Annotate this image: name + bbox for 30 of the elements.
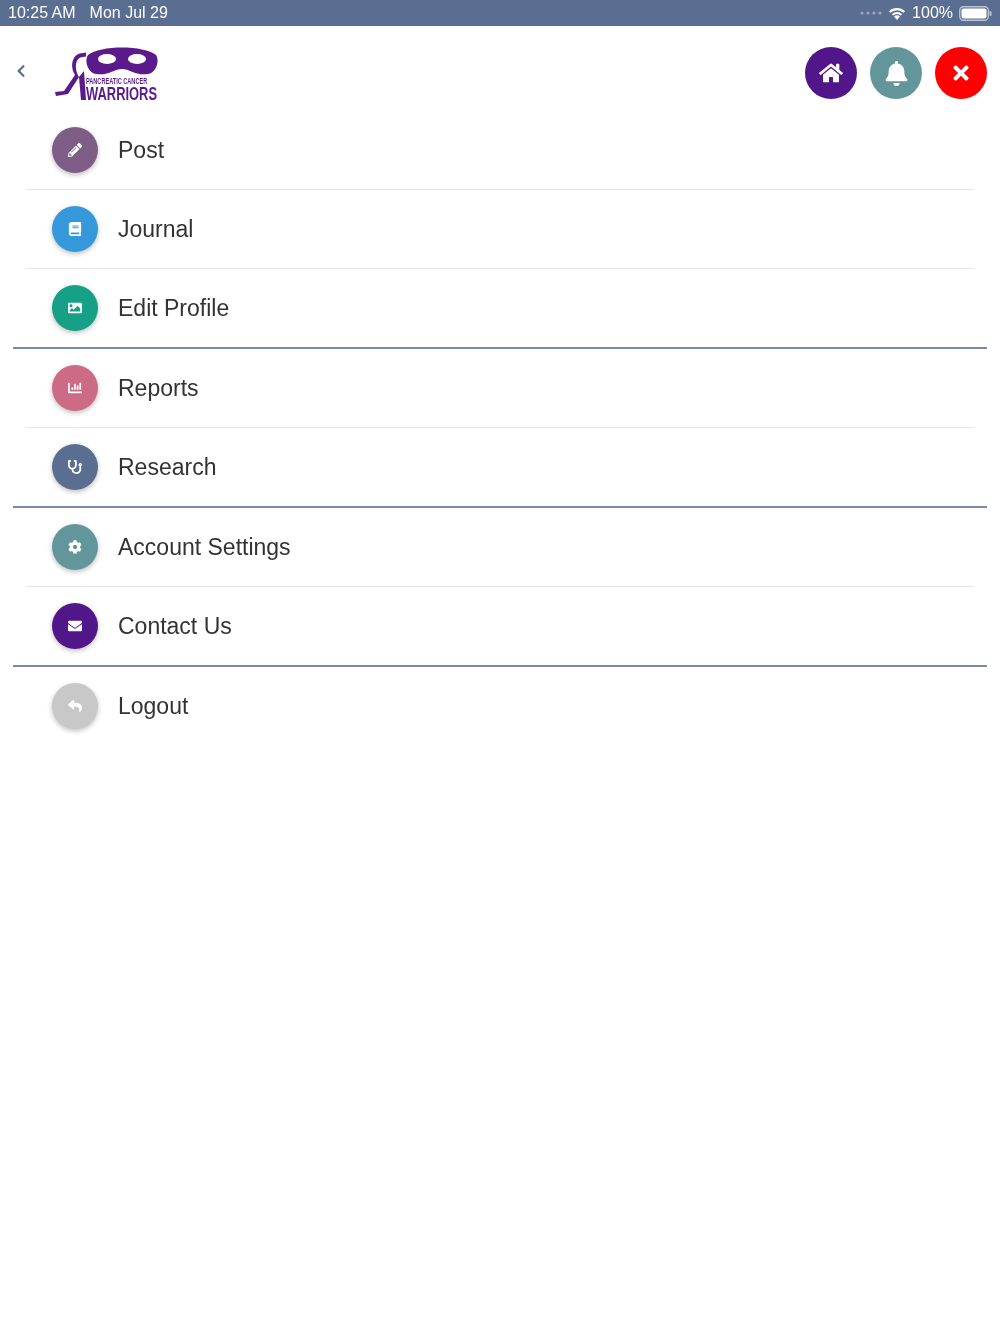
menu-item[interactable]: Logout [26,667,974,745]
menu-item[interactable]: Account Settings [26,508,974,586]
menu-label: Reports [118,373,199,403]
menu-item[interactable]: Reports [26,349,974,427]
menu-item[interactable]: Edit Profile [26,269,974,347]
home-button[interactable] [805,47,857,99]
menu-label: Journal [118,214,194,244]
logo-tagline: PANCREATIC CANCER [86,76,148,86]
menu-label: Logout [118,691,189,721]
menu-label: Contact Us [118,611,232,641]
menu-label: Post [118,135,165,165]
logo-title: WARRIORS [86,86,158,102]
signal-icon [860,11,883,15]
battery-icon [959,5,992,21]
menu-item[interactable]: Research [26,428,974,506]
wifi-icon [888,6,907,20]
bell-icon [883,60,909,86]
mask-icon [86,47,158,76]
menu-item[interactable]: Post [26,111,974,189]
close-button[interactable] [935,47,987,99]
home-icon [819,61,843,85]
menu-item[interactable]: Journal [26,190,974,268]
battery-percent: 100% [912,3,953,23]
menu-label: Research [118,452,217,482]
notifications-button[interactable] [870,47,922,99]
menu-label: Account Settings [118,532,291,562]
menu-label: Edit Profile [118,293,230,323]
status-date: Mon Jul 29 [89,3,168,23]
status-time: 10:25 AM [8,3,76,23]
menu-item[interactable]: Contact Us [26,587,974,665]
